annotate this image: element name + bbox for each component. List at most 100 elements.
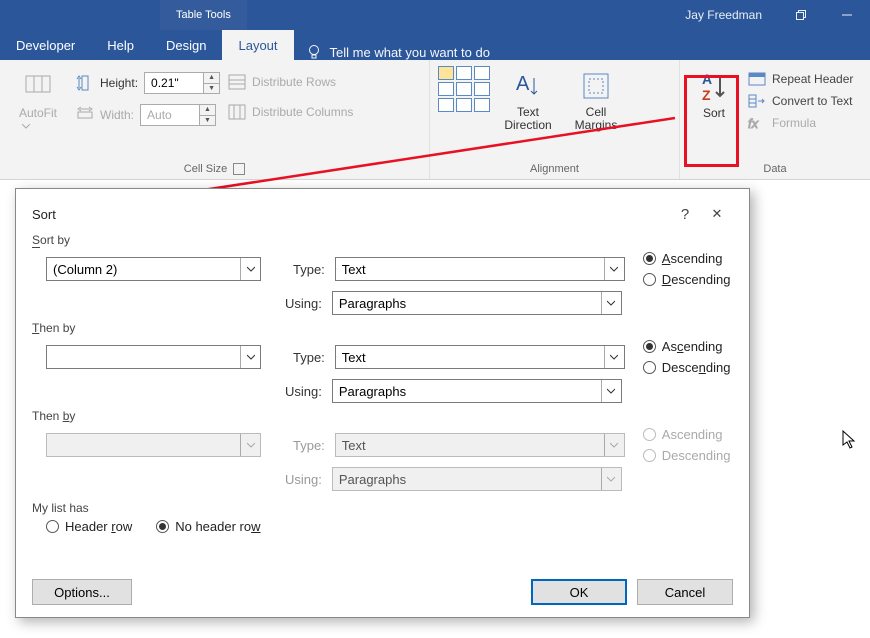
svg-text:A: A [516, 73, 530, 95]
window-restore-icon[interactable] [778, 0, 824, 30]
width-input[interactable] [141, 105, 199, 125]
svg-text:fx: fx [748, 116, 759, 130]
then-by-2-using-input [333, 468, 601, 490]
ok-button[interactable]: OK [531, 579, 627, 605]
height-spinner[interactable]: ▲▼ [144, 72, 220, 94]
sort-by-field-combo[interactable] [46, 257, 261, 281]
mouse-cursor-icon [842, 430, 858, 450]
cancel-button[interactable]: Cancel [637, 579, 733, 605]
then-by-1-desc-radio[interactable]: Descending [643, 360, 731, 375]
distribute-columns-label: Distribute Columns [252, 105, 353, 119]
height-input[interactable] [145, 73, 203, 93]
spin-up-icon[interactable]: ▲ [204, 73, 219, 84]
tell-me[interactable]: Tell me what you want to do [294, 44, 502, 60]
lightbulb-icon [306, 44, 322, 60]
chevron-down-icon[interactable] [601, 380, 621, 402]
chevron-down-icon[interactable] [604, 346, 624, 368]
chevron-down-icon [22, 124, 54, 156]
width-spinner[interactable]: ▲▼ [140, 104, 216, 126]
cell-size-dialog-launcher[interactable] [233, 163, 245, 175]
convert-to-text-icon [748, 94, 766, 108]
dialog-close-button[interactable]: ✕ [701, 206, 733, 222]
alignment-caption: Alignment [530, 163, 579, 175]
then-by-1-field-combo[interactable] [46, 345, 261, 369]
chevron-down-icon[interactable] [240, 346, 260, 368]
tab-design[interactable]: Design [150, 30, 222, 60]
sort-button[interactable]: A Z Sort [688, 66, 740, 120]
tab-help[interactable]: Help [91, 30, 150, 60]
sort-dialog: Sort ? ✕ Sort by Type: Ascending Descend… [15, 188, 750, 618]
ribbon-groups: AutoFit Height: ▲▼ Width: [0, 60, 870, 180]
then-by-2-field-combo [46, 433, 261, 457]
then-by-1-field-input[interactable] [47, 346, 240, 368]
sort-by-asc-radio[interactable]: Ascending [643, 251, 731, 266]
autofit-icon [22, 70, 54, 102]
distribute-rows-button[interactable]: Distribute Rows [228, 74, 353, 90]
then-by-2-using-combo [332, 467, 622, 491]
svg-text:A: A [702, 71, 712, 87]
spin-up-icon[interactable]: ▲ [200, 105, 215, 116]
spin-down-icon[interactable]: ▼ [204, 84, 219, 94]
repeat-header-label: Repeat Header [772, 72, 853, 86]
header-row-radio[interactable]: Header row [46, 519, 132, 534]
distribute-columns-button[interactable]: Distribute Columns [228, 104, 353, 120]
sort-by-desc-radio[interactable]: Descending [643, 272, 731, 287]
cell-margins-button[interactable]: Cell Margins [566, 66, 626, 132]
then-by-1-type-input[interactable] [336, 346, 604, 368]
type-label: Type: [293, 438, 325, 453]
distribute-rows-label: Distribute Rows [252, 75, 336, 89]
alignment-grid[interactable] [438, 66, 490, 112]
then-by-section-label: Then by [32, 321, 733, 335]
type-label: Type: [293, 350, 325, 365]
chevron-down-icon[interactable] [604, 258, 624, 280]
then-by-2-asc-radio: Ascending [643, 427, 731, 442]
sort-by-field-input[interactable] [47, 258, 240, 280]
sort-by-type-combo[interactable] [335, 257, 625, 281]
text-direction-button[interactable]: A Text Direction [498, 66, 558, 132]
autofit-button[interactable]: AutoFit [8, 66, 68, 159]
sort-label: Sort [703, 106, 725, 120]
repeat-header-button[interactable]: Repeat Header [748, 70, 853, 88]
height-label: Height: [100, 76, 138, 90]
using-label: Using: [285, 296, 322, 311]
using-label: Using: [285, 384, 322, 399]
then-by-1-using-input[interactable] [333, 380, 601, 402]
spin-down-icon[interactable]: ▼ [200, 116, 215, 126]
using-label: Using: [285, 472, 322, 487]
data-caption: Data [763, 163, 786, 175]
chevron-down-icon [240, 434, 260, 456]
text-direction-icon: A [512, 70, 544, 102]
no-header-row-radio[interactable]: No header row [156, 519, 260, 534]
list-has-label: My list has [32, 501, 733, 515]
sort-icon: A Z [698, 70, 730, 102]
convert-to-text-button[interactable]: Convert to Text [748, 92, 853, 110]
distribute-rows-icon [228, 74, 246, 90]
chevron-down-icon [604, 434, 624, 456]
then-by-2-type-combo [335, 433, 625, 457]
user-name: Jay Freedman [685, 8, 762, 22]
col-width-icon [76, 106, 94, 124]
type-label: Type: [293, 262, 325, 277]
then-by-1-asc-radio[interactable]: Ascending [643, 339, 731, 354]
window-minimize-icon[interactable] [824, 0, 870, 30]
then-by-1-type-combo[interactable] [335, 345, 625, 369]
formula-button[interactable]: fx Formula [748, 114, 853, 132]
tab-developer[interactable]: Developer [0, 30, 91, 60]
formula-label: Formula [772, 116, 816, 130]
width-label: Width: [100, 108, 134, 122]
then-by-2-type-input [336, 434, 604, 456]
tab-layout[interactable]: Layout [222, 30, 293, 60]
then-by-section-label: Then by [32, 409, 733, 423]
cell-size-caption: Cell Size [184, 163, 227, 175]
convert-to-text-label: Convert to Text [772, 94, 852, 108]
options-button[interactable]: Options... [32, 579, 132, 605]
dialog-help-button[interactable]: ? [669, 206, 701, 223]
sort-by-using-input[interactable] [333, 292, 601, 314]
sort-by-type-input[interactable] [336, 258, 604, 280]
then-by-1-using-combo[interactable] [332, 379, 622, 403]
formula-icon: fx [748, 116, 766, 130]
chevron-down-icon[interactable] [601, 292, 621, 314]
chevron-down-icon[interactable] [240, 258, 260, 280]
sort-by-using-combo[interactable] [332, 291, 622, 315]
context-tab-label: Table Tools [160, 0, 247, 30]
